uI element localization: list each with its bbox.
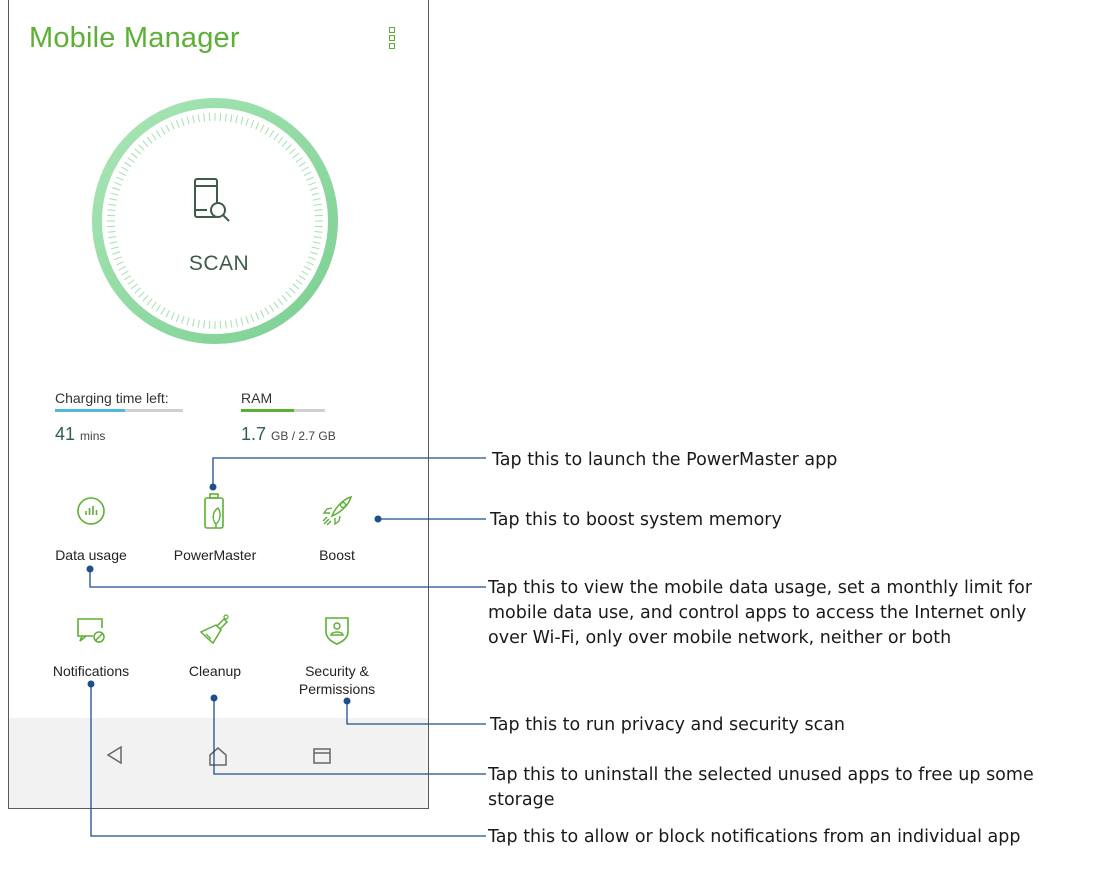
callout-line-security — [346, 701, 486, 725]
callout-dot-cleanup — [210, 694, 218, 702]
callout-security: Tap this to run privacy and security sca… — [490, 715, 846, 735]
callout-notifications: Tap this to allow or block notifications… — [488, 827, 1021, 847]
callout-line-powermaster — [212, 457, 486, 487]
callout-dot-boost — [374, 515, 382, 523]
callout-line-notifications — [90, 684, 486, 837]
callout-powermaster: Tap this to launch the PowerMaster app — [492, 450, 838, 470]
callout-dot-powermaster — [209, 483, 217, 491]
callout-data-usage-2: mobile data use, and control apps to acc… — [488, 603, 1027, 623]
callout-lines — [86, 457, 486, 837]
callout-boost: Tap this to boost system memory — [490, 510, 782, 530]
callout-cleanup-2: storage — [488, 790, 555, 810]
callout-data-usage-3: over Wi-Fi, only over mobile network, ne… — [488, 628, 952, 648]
callout-dot-security — [343, 697, 351, 705]
callout-line-cleanup — [213, 698, 486, 775]
callout-data-usage-1: Tap this to view the mobile data usage, … — [488, 578, 1033, 598]
callout-dot-notifications — [87, 680, 95, 688]
callout-dot-data-usage — [86, 565, 94, 573]
callout-line-data-usage — [89, 569, 486, 588]
callout-cleanup-1: Tap this to uninstall the selected unuse… — [488, 765, 1034, 785]
